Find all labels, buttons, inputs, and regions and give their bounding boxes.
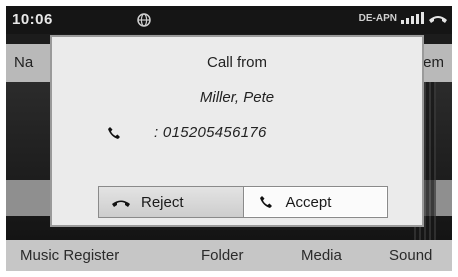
dialog-title: Call from — [206, 54, 267, 71]
status-indicators: DE-APN — [359, 12, 448, 24]
call-action-buttons: Reject Accept — [98, 186, 388, 218]
incoming-call-dialog: Call from Miller, Pete : 015205456176 Re… — [50, 35, 424, 227]
reject-button[interactable]: Reject — [99, 187, 244, 217]
phone-icon — [259, 196, 272, 208]
accept-label: Accept — [285, 193, 332, 211]
status-bar: 10:06 DE-APN — [6, 6, 452, 34]
handset-hangup-icon — [429, 16, 447, 23]
globe-icon — [137, 13, 151, 27]
bottom-menu-sound[interactable]: Sound — [389, 247, 432, 264]
caller-name: Miller, Pete — [199, 89, 275, 106]
accept-button[interactable]: Accept — [243, 187, 387, 217]
bottom-menu-media[interactable]: Media — [301, 247, 342, 264]
bottom-menu-folder[interactable]: Folder — [201, 247, 244, 264]
bottom-menu-music-register[interactable]: Music Register — [20, 247, 119, 264]
network-name: DE-APN — [358, 12, 397, 24]
hang-up-icon — [112, 200, 130, 207]
signal-strength-icon — [401, 12, 424, 24]
top-menu-left-item[interactable]: Na — [14, 54, 33, 71]
top-menu-right-item[interactable]: em — [423, 54, 444, 71]
bottom-menu-bar: Music Register Folder Media Sound — [6, 240, 452, 271]
status-time: 10:06 — [12, 11, 53, 28]
head-unit-screen: 10:06 DE-APN Na em Music Register Folder… — [6, 6, 452, 271]
caller-number: : 015205456176 — [154, 124, 267, 141]
reject-label: Reject — [141, 193, 184, 211]
phone-icon — [108, 126, 120, 139]
caller-number-row: : 015205456176 — [106, 124, 267, 141]
